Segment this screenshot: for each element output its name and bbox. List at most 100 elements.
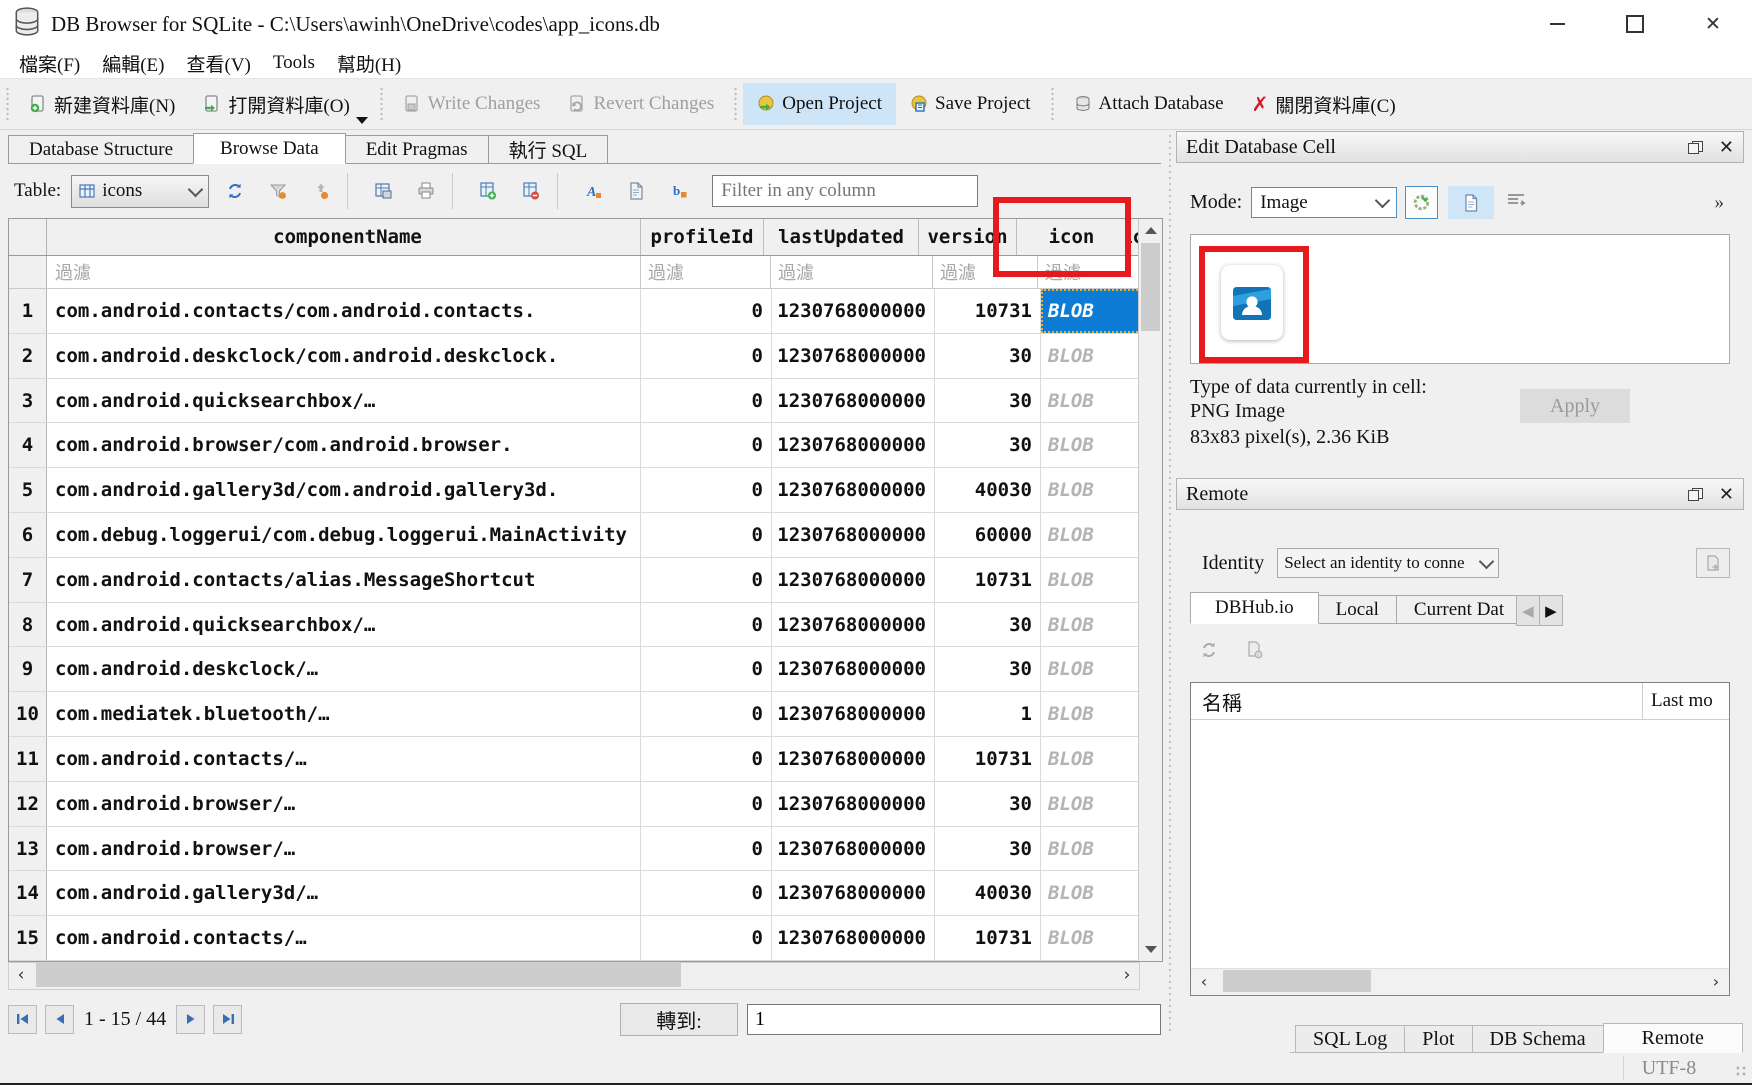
tab-execute-sql[interactable]: 執行 SQL (488, 135, 609, 164)
undock-icon[interactable] (1688, 141, 1703, 154)
open-database-button[interactable]: 打開資料庫(O) (189, 83, 363, 125)
row-number[interactable]: 13 (9, 827, 47, 871)
filter-cell-componentName[interactable]: 過濾 (47, 256, 641, 288)
cell-version[interactable]: 30 (935, 603, 1041, 647)
goto-button[interactable]: 轉到: (620, 1003, 738, 1036)
cell-version[interactable]: 10731 (935, 289, 1041, 333)
cell-componentName[interactable]: com.android.gallery3d/… (47, 871, 641, 915)
row-number[interactable]: 3 (9, 379, 47, 423)
row-number[interactable]: 6 (9, 513, 47, 557)
cell-lastUpdated[interactable]: 1230768000000 (772, 737, 935, 781)
cell-icon-blob[interactable]: BLOB (1041, 871, 1138, 915)
column-header-profileId[interactable]: profileId (641, 219, 764, 255)
panel-splitter[interactable] (1167, 133, 1173, 1033)
vertical-scrollbar[interactable] (1138, 219, 1162, 961)
cell-icon-blob[interactable]: BLOB (1041, 558, 1138, 602)
cell-icon-blob[interactable]: BLOB (1041, 379, 1138, 423)
cell-componentName[interactable]: com.android.quicksearchbox/… (47, 603, 641, 647)
cell-version[interactable]: 60000 (935, 513, 1041, 557)
cell-lastUpdated[interactable]: 1230768000000 (772, 334, 935, 378)
open-database-dropdown-arrow[interactable] (356, 117, 368, 124)
menu-edit[interactable]: 編輯(E) (91, 50, 175, 77)
tab-scroll-right-button[interactable]: ▶ (1539, 595, 1563, 626)
save-sort-order-button[interactable] (304, 174, 338, 208)
cell-lastUpdated[interactable]: 1230768000000 (772, 916, 935, 960)
tab-db-schema[interactable]: DB Schema (1472, 1025, 1604, 1053)
remote-tab-dbhub[interactable]: DBHub.io (1190, 592, 1319, 624)
print-button[interactable] (409, 174, 443, 208)
cell-version[interactable]: 30 (935, 334, 1041, 378)
toolbar-overflow-button[interactable]: » (1715, 192, 1725, 214)
cell-profileId[interactable]: 0 (641, 782, 772, 826)
tab-database-structure[interactable]: Database Structure (8, 135, 194, 164)
font-button[interactable]: A (576, 174, 610, 208)
cell-profileId[interactable]: 0 (641, 871, 772, 915)
insert-record-button[interactable] (471, 174, 505, 208)
apply-button[interactable]: Apply (1520, 389, 1630, 423)
cell-icon-blob[interactable]: BLOB (1041, 468, 1138, 512)
cell-profileId[interactable]: 0 (641, 558, 772, 602)
attach-database-button[interactable]: Attach Database (1060, 83, 1238, 125)
cell-version[interactable]: 40030 (935, 468, 1041, 512)
cell-profileId[interactable]: 0 (641, 737, 772, 781)
refresh-button[interactable] (218, 174, 252, 208)
cell-lastUpdated[interactable]: 1230768000000 (772, 647, 935, 691)
cell-lastUpdated[interactable]: 1230768000000 (772, 379, 935, 423)
encoding-status[interactable]: UTF-8 (1623, 1056, 1714, 1080)
cell-componentName[interactable]: com.android.gallery3d/com.android.galler… (47, 468, 641, 512)
cell-icon-blob[interactable]: BLOB (1041, 423, 1138, 467)
identity-select[interactable]: Select an identity to conne (1277, 548, 1499, 578)
menu-view[interactable]: 查看(V) (176, 50, 262, 77)
menu-tools[interactable]: Tools (262, 52, 326, 74)
save-project-button[interactable]: Save Project (896, 83, 1045, 125)
row-number[interactable]: 7 (9, 558, 47, 602)
cell-componentName[interactable]: com.android.browser/… (47, 827, 641, 871)
column-header-lastUpdated[interactable]: lastUpdated (764, 219, 919, 255)
cell-lastUpdated[interactable]: 1230768000000 (772, 289, 935, 333)
row-number[interactable]: 9 (9, 647, 47, 691)
resize-grip[interactable] (1735, 1065, 1747, 1077)
menu-help[interactable]: 幫助(H) (326, 50, 412, 77)
cell-lastUpdated[interactable]: 1230768000000 (772, 513, 935, 557)
cell-lastUpdated[interactable]: 1230768000000 (772, 423, 935, 467)
remote-list-column-last-modified[interactable]: Last mo (1643, 690, 1729, 712)
mode-select[interactable]: Image (1251, 187, 1397, 218)
table-select[interactable]: icons (71, 175, 209, 208)
filter-cell-lastUpdated[interactable]: 過濾 (771, 256, 933, 288)
remote-list-scrollbar[interactable]: ‹ › (1191, 968, 1729, 995)
horizontal-scrollbar-thumb[interactable] (36, 963, 681, 987)
cell-lastUpdated[interactable]: 1230768000000 (772, 827, 935, 871)
import-data-button[interactable] (1405, 186, 1438, 219)
cell-profileId[interactable]: 0 (641, 692, 772, 736)
row-number[interactable]: 14 (9, 871, 47, 915)
cell-profileId[interactable]: 0 (641, 603, 772, 647)
open-project-button[interactable]: Open Project (743, 83, 896, 125)
row-number[interactable]: 12 (9, 782, 47, 826)
encoding-button[interactable] (619, 174, 653, 208)
cell-icon-blob[interactable]: BLOB (1041, 692, 1138, 736)
clear-filters-button[interactable] (261, 174, 295, 208)
cell-icon-blob[interactable]: BLOB (1041, 334, 1138, 378)
tab-plot[interactable]: Plot (1404, 1025, 1472, 1053)
remote-scrollbar-thumb[interactable] (1223, 970, 1371, 992)
revert-changes-button[interactable]: Revert Changes (554, 83, 728, 125)
cell-componentName[interactable]: com.android.deskclock/com.android.deskcl… (47, 334, 641, 378)
cell-version[interactable]: 40030 (935, 871, 1041, 915)
cell-version[interactable]: 10731 (935, 558, 1041, 602)
cell-version[interactable]: 10731 (935, 916, 1041, 960)
filter-cell-profileId[interactable]: 過濾 (641, 256, 771, 288)
binary-mode-button[interactable]: b (662, 174, 696, 208)
panel-close-icon[interactable]: ✕ (1719, 137, 1734, 158)
vertical-scrollbar-thumb[interactable] (1141, 243, 1160, 331)
undock-icon[interactable] (1688, 488, 1703, 501)
next-page-button[interactable] (176, 1005, 205, 1034)
row-number[interactable]: 10 (9, 692, 47, 736)
panel-close-icon[interactable]: ✕ (1719, 484, 1734, 505)
goto-record-input[interactable] (747, 1004, 1161, 1035)
cell-version[interactable]: 1 (935, 692, 1041, 736)
cell-profileId[interactable]: 0 (641, 423, 772, 467)
cell-profileId[interactable]: 0 (641, 827, 772, 871)
cell-lastUpdated[interactable]: 1230768000000 (772, 871, 935, 915)
remote-tab-local[interactable]: Local (1318, 595, 1397, 624)
cell-profileId[interactable]: 0 (641, 379, 772, 423)
